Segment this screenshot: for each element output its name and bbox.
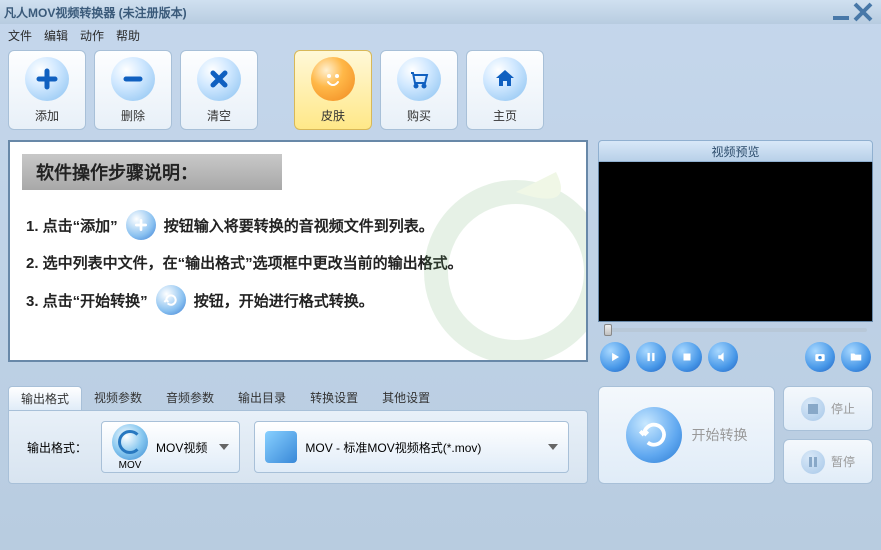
quicktime-icon <box>112 424 148 460</box>
volume-button[interactable] <box>708 342 738 372</box>
instructions-panel: 软件操作步骤说明： 1. 点击“添加” 按钮输入将要转换的音视频文件到列表。 2… <box>8 140 588 362</box>
format-cube-icon <box>265 431 297 463</box>
skin-button[interactable]: 皮肤 <box>294 50 372 130</box>
app-title: 凡人MOV视频转换器 (未注册版本) <box>4 4 187 21</box>
tab-video-params[interactable]: 视频参数 <box>82 386 154 410</box>
stop-convert-button[interactable]: 停止 <box>783 386 873 431</box>
format-preset-dropdown[interactable]: MOV - 标准MOV视频格式(*.mov) <box>254 421 569 473</box>
chevron-down-icon <box>219 444 229 450</box>
clear-button[interactable]: 清空 <box>180 50 258 130</box>
home-button[interactable]: 主页 <box>466 50 544 130</box>
minus-icon <box>111 57 155 101</box>
cart-icon <box>397 57 441 101</box>
pause-icon <box>801 450 825 474</box>
menu-action[interactable]: 动作 <box>80 27 104 44</box>
home-icon <box>483 57 527 101</box>
menu-help[interactable]: 帮助 <box>116 27 140 44</box>
stop-button[interactable] <box>672 342 702 372</box>
preview-title: 视频预览 <box>598 140 873 162</box>
play-button[interactable] <box>600 342 630 372</box>
open-folder-button[interactable] <box>841 342 871 372</box>
instructions-heading: 软件操作步骤说明： <box>22 154 282 190</box>
pause-convert-button[interactable]: 暂停 <box>783 439 873 484</box>
tab-output-format[interactable]: 输出格式 <box>8 386 82 410</box>
tab-other-settings[interactable]: 其他设置 <box>370 386 442 410</box>
decorative-swirl <box>416 172 588 362</box>
pause-button[interactable] <box>636 342 666 372</box>
stop-icon <box>801 397 825 421</box>
start-convert-button[interactable]: 开始转换 <box>598 386 775 484</box>
tab-audio-params[interactable]: 音频参数 <box>154 386 226 410</box>
menu-file[interactable]: 文件 <box>8 27 32 44</box>
snapshot-button[interactable] <box>805 342 835 372</box>
menu-edit[interactable]: 编辑 <box>44 27 68 44</box>
x-icon <box>197 57 241 101</box>
remove-button[interactable]: 删除 <box>94 50 172 130</box>
smiley-icon <box>311 57 355 101</box>
video-preview <box>598 162 873 322</box>
minimize-button[interactable] <box>831 4 851 20</box>
chevron-down-icon <box>548 444 558 450</box>
refresh-icon <box>156 285 186 315</box>
close-button[interactable] <box>853 4 873 20</box>
tab-convert-settings[interactable]: 转换设置 <box>298 386 370 410</box>
plus-icon <box>25 57 69 101</box>
seek-slider[interactable] <box>598 322 873 338</box>
add-button[interactable]: 添加 <box>8 50 86 130</box>
output-format-label: 输出格式： <box>27 439 87 456</box>
convert-icon <box>626 407 682 463</box>
menu-bar: 文件 编辑 动作 帮助 <box>0 24 881 46</box>
tab-output-dir[interactable]: 输出目录 <box>226 386 298 410</box>
plus-icon <box>126 210 156 240</box>
buy-button[interactable]: 购买 <box>380 50 458 130</box>
settings-tabs: 输出格式 视频参数 音频参数 输出目录 转换设置 其他设置 <box>8 386 588 410</box>
format-category-dropdown[interactable]: MOV MOV视频 <box>101 421 240 473</box>
